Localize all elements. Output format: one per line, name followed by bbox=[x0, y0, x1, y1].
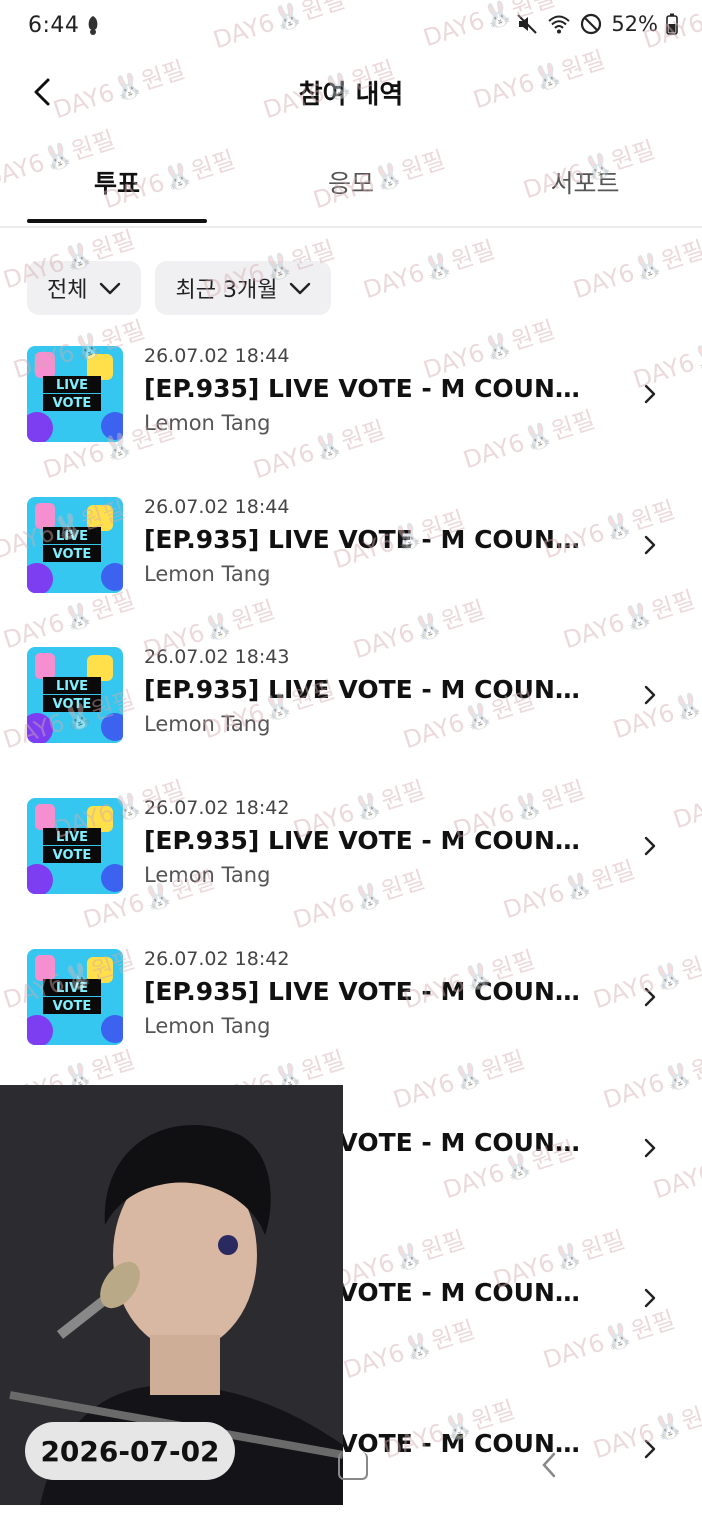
list-item-meta: 26.07.02 18:42 [EP.935] LIVE VOTE - M CO… bbox=[144, 947, 604, 1041]
do-not-disturb-icon bbox=[581, 13, 602, 35]
chevron-right-icon bbox=[644, 1439, 656, 1459]
list-item-meta: 26.07.02 18:43 [EP.935] LIVE VOTE - M CO… bbox=[144, 645, 604, 739]
battery-icon bbox=[666, 13, 678, 35]
list-item[interactable]: LIVE VOTE 26.07.02 18:43 [EP.935] LIVE V… bbox=[0, 631, 702, 781]
item-title: [EP.935] LIVE VOTE - M COUNTD... bbox=[144, 525, 594, 554]
item-date: 26.07.02 18:42 bbox=[144, 948, 290, 970]
list-item[interactable]: LIVE VOTE 26.07.02 18:44 [EP.935] LIVE V… bbox=[0, 330, 702, 480]
chevron-right-icon bbox=[644, 1138, 656, 1158]
filter-period-label: 최근 3개월 bbox=[175, 278, 278, 303]
back-nav-icon[interactable] bbox=[538, 1450, 560, 1480]
chevron-down-icon bbox=[290, 282, 311, 295]
chevron-right-icon bbox=[644, 1288, 656, 1308]
status-bar: 6:44 52% bbox=[0, 0, 702, 52]
vote-thumbnail: LIVE VOTE bbox=[27, 346, 123, 442]
list-item-meta: 26.07.02 18:42 [EP.935] LIVE VOTE - M CO… bbox=[144, 796, 604, 890]
vote-thumbnail: LIVE VOTE bbox=[27, 647, 123, 743]
list-item-meta: 26.07.02 18:44 [EP.935] LIVE VOTE - M CO… bbox=[144, 495, 604, 589]
notification-icon bbox=[88, 16, 98, 35]
item-title: [EP.935] LIVE VOTE - M COUNTD... bbox=[144, 675, 594, 704]
list-item[interactable]: LIVE VOTE 26.07.02 18:42 [EP.935] LIVE V… bbox=[0, 933, 702, 1083]
thumb-live-text: LIVE bbox=[56, 679, 88, 694]
chevron-right-icon bbox=[644, 384, 656, 404]
page-title: 참여 내역 bbox=[298, 80, 404, 110]
thumb-live-text: LIVE bbox=[56, 981, 88, 996]
chevron-right-icon bbox=[644, 535, 656, 555]
tab-vote[interactable]: 투표 bbox=[0, 164, 234, 200]
item-artist: Lemon Tang bbox=[144, 562, 271, 586]
watermark-text: DAY6🐰원필 bbox=[569, 235, 702, 305]
list-item-meta: 26.07.02 18:44 [EP.935] LIVE VOTE - M CO… bbox=[144, 344, 604, 438]
thumb-vote-text: VOTE bbox=[53, 697, 92, 712]
thumb-live-text: LIVE bbox=[56, 378, 88, 393]
tab-indicator bbox=[27, 219, 207, 223]
thumb-live-text: LIVE bbox=[56, 529, 88, 544]
filter-all-label: 전체 bbox=[47, 278, 88, 303]
date-badge: 2026-07-02 bbox=[25, 1422, 235, 1480]
item-date: 26.07.02 18:42 bbox=[144, 797, 290, 819]
filter-all-dropdown[interactable]: 전체 bbox=[27, 261, 142, 315]
item-title: [EP.935] LIVE VOTE - M COUNTD... bbox=[144, 826, 594, 855]
thumb-vote-text: VOTE bbox=[53, 396, 92, 411]
battery-percent: 52% bbox=[611, 12, 658, 36]
tab-bar: 투표 응모 서포트 bbox=[0, 142, 702, 228]
status-time: 6:44 bbox=[28, 13, 80, 38]
watermark-text: DAY6🐰원필 bbox=[359, 235, 499, 305]
list-item[interactable]: LIVE VOTE 26.07.02 18:42 [EP.935] LIVE V… bbox=[0, 782, 702, 932]
item-artist: Lemon Tang bbox=[144, 712, 271, 736]
thumb-live-text: LIVE bbox=[56, 830, 88, 845]
item-artist: Lemon Tang bbox=[144, 863, 271, 887]
item-date: 26.07.02 18:43 bbox=[144, 646, 290, 668]
tab-entry[interactable]: 응모 bbox=[234, 164, 468, 200]
tab-support[interactable]: 서포트 bbox=[468, 164, 702, 200]
list-item[interactable]: LIVE VOTE 26.07.02 18:44 [EP.935] LIVE V… bbox=[0, 481, 702, 631]
status-icons: 52% bbox=[515, 12, 678, 36]
thumb-vote-text: VOTE bbox=[53, 848, 92, 863]
item-title: [EP.935] LIVE VOTE - M COUNTD... bbox=[144, 374, 594, 403]
vote-thumbnail: LIVE VOTE bbox=[27, 949, 123, 1045]
vote-thumbnail: LIVE VOTE bbox=[27, 798, 123, 894]
thumb-vote-text: VOTE bbox=[53, 999, 92, 1014]
chevron-right-icon bbox=[644, 685, 656, 705]
filter-period-dropdown[interactable]: 최근 3개월 bbox=[155, 261, 332, 315]
thumb-vote-text: VOTE bbox=[53, 547, 92, 562]
vote-thumbnail: LIVE VOTE bbox=[27, 497, 123, 593]
wifi-icon bbox=[548, 15, 570, 34]
item-artist: Lemon Tang bbox=[144, 411, 271, 435]
item-title: [EP.935] LIVE VOTE - M COUNTD... bbox=[144, 977, 594, 1006]
item-date: 26.07.02 18:44 bbox=[144, 345, 290, 367]
chevron-right-icon bbox=[644, 836, 656, 856]
mute-icon bbox=[517, 14, 538, 34]
app-header: 참여 내역 bbox=[0, 52, 702, 132]
chevron-down-icon bbox=[100, 282, 121, 295]
home-nav-icon[interactable] bbox=[338, 1452, 368, 1480]
chevron-right-icon bbox=[644, 987, 656, 1007]
filter-bar: 전체 최근 3개월 bbox=[27, 261, 332, 315]
item-artist: Lemon Tang bbox=[144, 1014, 271, 1038]
item-date: 26.07.02 18:44 bbox=[144, 496, 290, 518]
